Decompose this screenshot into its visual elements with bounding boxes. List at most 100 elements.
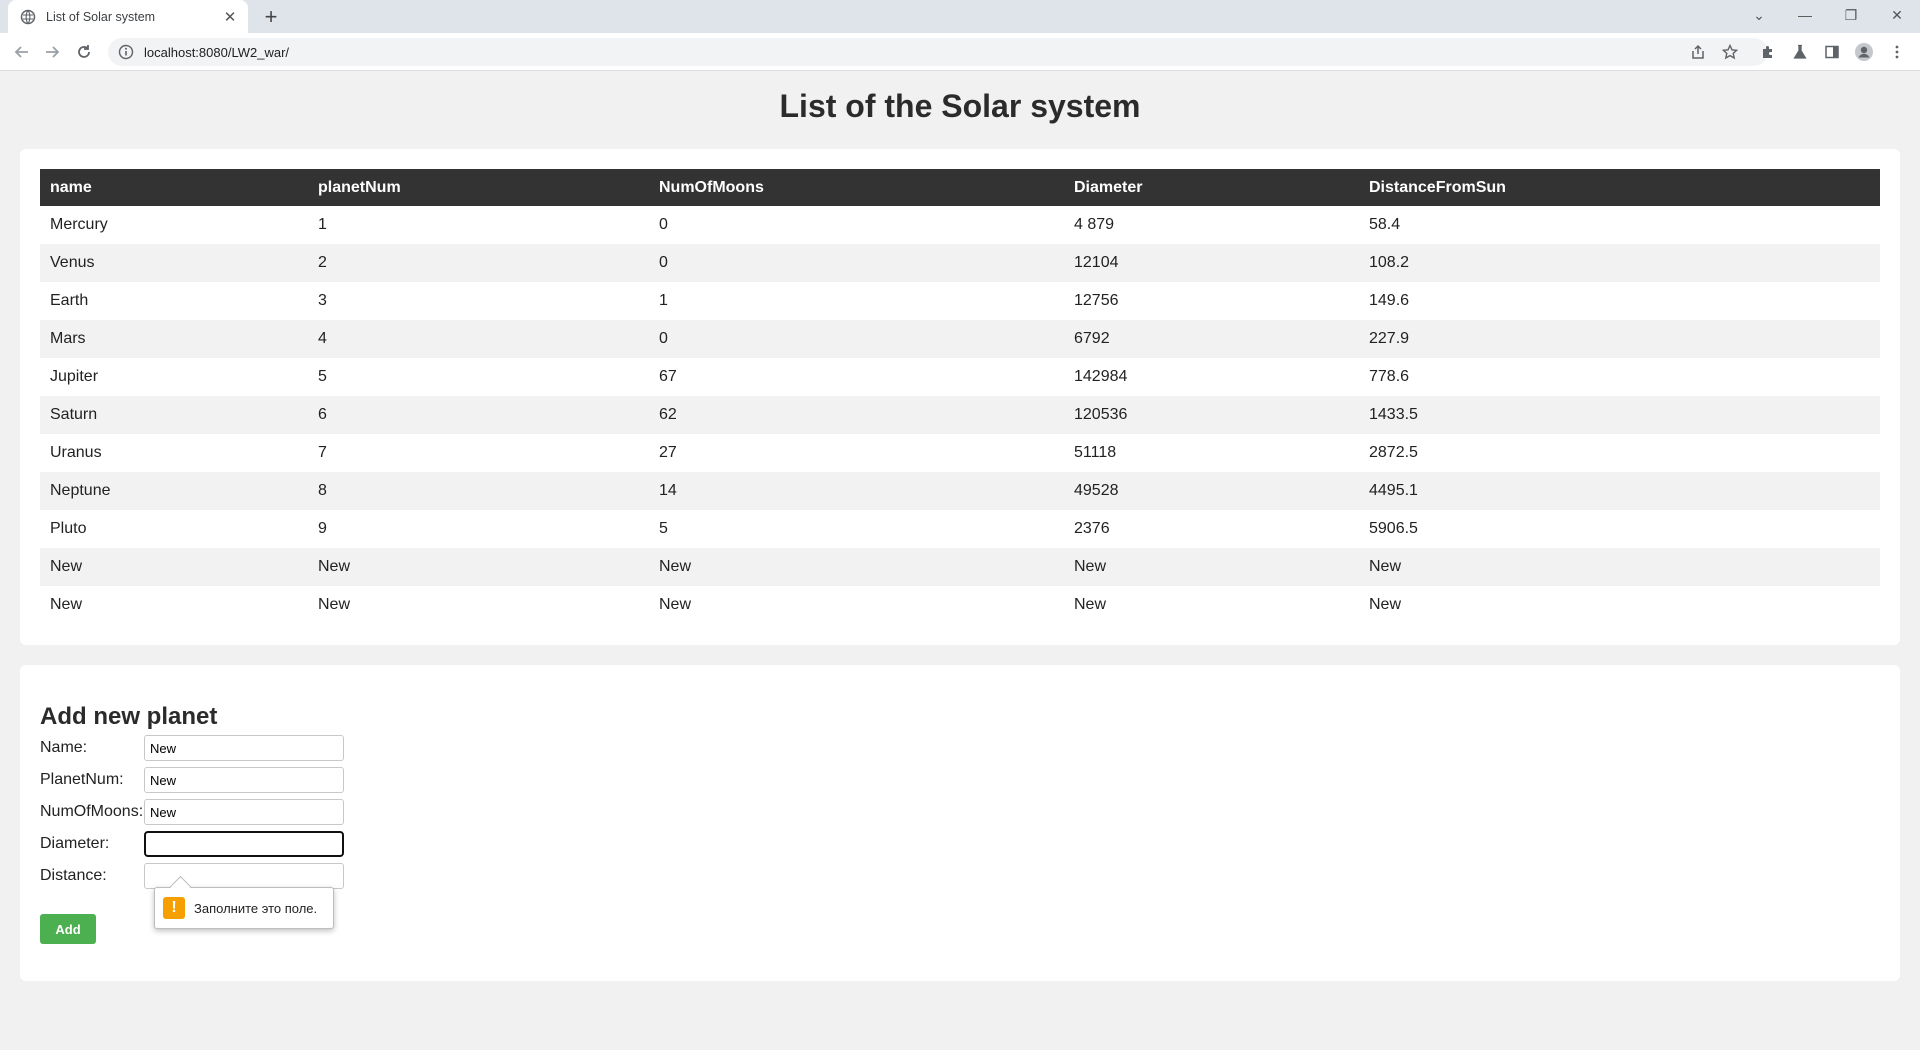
cell-distance: 2872.5	[1369, 444, 1418, 461]
tab-title: List of Solar system	[46, 9, 156, 24]
cell-distance: 5906.5	[1369, 520, 1418, 537]
table-row: Uranus 7 27 51118 2872.5	[40, 434, 1880, 472]
cell-diameter: 142984	[1074, 368, 1128, 385]
cell-name: Jupiter	[50, 368, 99, 385]
menu-kebab-icon[interactable]	[1886, 41, 1908, 63]
page-title: List of the Solar system	[779, 88, 1141, 124]
table-row: Saturn 6 62 120536 1433.5	[40, 396, 1880, 434]
column-header-diameter: Diameter	[1064, 169, 1359, 206]
warning-icon: !	[163, 897, 185, 919]
diameter-label: Diameter:	[40, 835, 110, 852]
name-input[interactable]	[144, 735, 344, 761]
cell-name: Mercury	[50, 216, 108, 233]
tab-search-icon[interactable]: ⌄	[1736, 0, 1782, 30]
cell-planetnum: New	[308, 548, 649, 586]
table-row: Earth 3 1 12756 149.6	[40, 282, 1880, 320]
url-text: localhost:8080/LW2_war/	[144, 44, 290, 60]
planetnum-label: PlanetNum:	[40, 771, 124, 788]
table-row: Pluto 9 5 2376 5906.5	[40, 510, 1880, 548]
tab-close-icon[interactable]: ✕	[222, 9, 238, 26]
cell-numofmoons: 5	[659, 520, 668, 537]
cell-planetnum: 1	[318, 216, 327, 233]
cell-distance: 1433.5	[1359, 396, 1880, 434]
cell-distance: 4495.1	[1359, 472, 1880, 510]
form-row-planetnum: PlanetNum:	[40, 766, 344, 794]
cell-distance: 149.6	[1369, 292, 1410, 309]
validation-message: Заполните это поле.	[194, 900, 318, 916]
share-icon[interactable]	[1687, 41, 1709, 63]
cell-diameter: 12756	[1074, 292, 1119, 309]
distance-label: Distance:	[40, 867, 107, 884]
extensions-icon[interactable]	[1757, 41, 1779, 63]
form-title: Add new planet	[40, 703, 218, 730]
info-icon[interactable]	[118, 44, 134, 60]
cell-numofmoons: 0	[649, 320, 1064, 358]
cell-distance: New	[1369, 596, 1402, 613]
minimize-icon[interactable]: —	[1782, 0, 1828, 30]
form-row-distance: Distance:	[40, 862, 344, 890]
cell-planetnum: 2	[308, 244, 649, 282]
cell-name: New	[40, 548, 308, 586]
cell-distance: 778.6	[1369, 368, 1410, 385]
cell-name: New	[50, 596, 83, 613]
cell-numofmoons: 62	[649, 396, 1064, 434]
reload-icon[interactable]	[70, 38, 98, 66]
table-header-row: name planetNum NumOfMoons Diameter Dista…	[40, 169, 1880, 206]
planets-table-card: name planetNum NumOfMoons Diameter Dista…	[20, 149, 1900, 645]
cell-diameter: 51118	[1074, 444, 1117, 461]
cell-numofmoons: New	[659, 596, 692, 613]
cell-name: Uranus	[50, 444, 102, 461]
add-planet-card: Add new planet Name: PlanetNum: NumOfMoo…	[20, 665, 1900, 981]
bookmark-star-icon[interactable]	[1719, 41, 1741, 63]
cell-diameter: 6792	[1064, 320, 1359, 358]
cell-diameter: 49528	[1064, 472, 1359, 510]
column-header-numofmoons: NumOfMoons	[649, 169, 1064, 206]
table-row: Mercury 1 0 4 879 58.4	[40, 206, 1880, 244]
table-row: New New New New New	[40, 548, 1880, 586]
validation-tooltip: ! Заполните это поле.	[154, 887, 334, 929]
new-tab-button[interactable]: +	[258, 4, 284, 30]
cell-distance: 227.9	[1359, 320, 1880, 358]
cell-numofmoons: New	[649, 548, 1064, 586]
window-close-icon[interactable]: ✕	[1874, 0, 1920, 30]
back-icon[interactable]	[8, 38, 36, 66]
browser-toolbar: localhost:8080/LW2_war/	[0, 33, 1920, 71]
diameter-input[interactable]	[144, 831, 344, 857]
table-row: New New New New New	[40, 586, 1880, 624]
cell-name: Neptune	[40, 472, 308, 510]
cell-planetnum: New	[318, 596, 351, 613]
globe-icon	[20, 9, 36, 25]
planets-table: name planetNum NumOfMoons Diameter Dista…	[40, 169, 1880, 624]
lab-flask-icon[interactable]	[1789, 41, 1811, 63]
cell-name: Mars	[40, 320, 308, 358]
cell-diameter: 12104	[1064, 244, 1359, 282]
cell-planetnum: 7	[318, 444, 327, 461]
cell-diameter: New	[1064, 548, 1359, 586]
cell-distance: New	[1359, 548, 1880, 586]
cell-planetnum: 9	[318, 520, 327, 537]
cell-numofmoons: 67	[659, 368, 677, 385]
planetnum-input[interactable]	[144, 767, 344, 793]
cell-numofmoons: 1	[659, 292, 668, 309]
add-button[interactable]: Add	[40, 914, 96, 944]
form-row-diameter: Diameter:	[40, 830, 344, 858]
cell-numofmoons: 27	[659, 444, 677, 461]
browser-tab[interactable]: List of Solar system ✕	[8, 0, 248, 33]
column-header-planetnum: planetNum	[308, 169, 649, 206]
table-row: Mars 4 0 6792 227.9	[40, 320, 1880, 358]
cell-planetnum: 4	[308, 320, 649, 358]
side-panel-icon[interactable]	[1821, 41, 1843, 63]
table-row: Neptune 8 14 49528 4495.1	[40, 472, 1880, 510]
cell-diameter: New	[1074, 596, 1107, 613]
cell-numofmoons: 0	[659, 216, 668, 233]
cell-name: Venus	[40, 244, 308, 282]
column-header-name: name	[40, 169, 308, 206]
cell-distance: 108.2	[1359, 244, 1880, 282]
restore-icon[interactable]: ❐	[1828, 0, 1874, 30]
forward-icon[interactable]	[38, 38, 66, 66]
profile-avatar-icon[interactable]	[1853, 41, 1875, 63]
address-bar[interactable]: localhost:8080/LW2_war/	[108, 38, 1768, 66]
numofmoons-input[interactable]	[144, 799, 344, 825]
cell-diameter: 120536	[1064, 396, 1359, 434]
table-row: Venus 2 0 12104 108.2	[40, 244, 1880, 282]
